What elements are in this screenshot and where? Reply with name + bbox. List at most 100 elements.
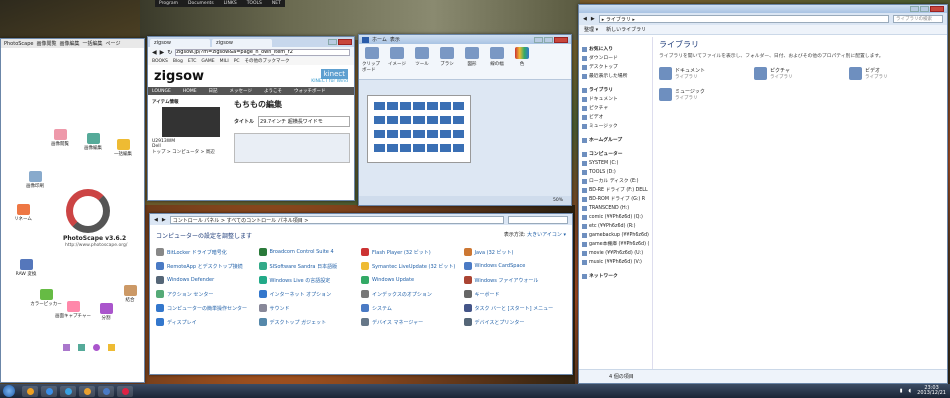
- nav-item[interactable]: お気に入り: [582, 45, 649, 54]
- start-button[interactable]: [3, 385, 15, 397]
- back-icon[interactable]: ◀: [154, 217, 158, 223]
- minimize-icon[interactable]: [534, 36, 543, 43]
- taskbar-app-button[interactable]: [60, 385, 76, 397]
- cp-item[interactable]: Broadcom Control Suite 4: [258, 248, 362, 256]
- cp-item[interactable]: SISoftware Sandra 日本語版: [258, 262, 362, 270]
- zoom-level[interactable]: 50%: [553, 198, 563, 203]
- bookmark-item[interactable]: BOOKS: [152, 59, 168, 64]
- cp-item[interactable]: Java (32 ビット): [463, 248, 567, 256]
- taskbar-app-button[interactable]: [22, 385, 38, 397]
- site-nav-item[interactable]: LOUNGE: [152, 89, 171, 94]
- nav-item[interactable]: game本棚庫 (¥¥Ph6z6d) (T): [582, 240, 649, 249]
- library-documents[interactable]: ドキュメント ライブラリ: [659, 67, 754, 80]
- raw-tool[interactable]: RAW 変換: [9, 259, 43, 277]
- cp-item[interactable]: デバイス マネージャー: [361, 318, 464, 326]
- item-category[interactable]: トップ > コンピュータ > 周辺: [152, 149, 230, 155]
- help-icon[interactable]: [93, 344, 100, 351]
- nav-item[interactable]: 最近表示した場所: [582, 72, 649, 81]
- nav-item[interactable]: movie (¥¥Ph6z6d) (U:): [582, 249, 649, 258]
- back-icon[interactable]: ◀: [152, 49, 157, 56]
- close-icon[interactable]: [554, 36, 568, 43]
- forward-icon[interactable]: ▶: [591, 16, 595, 22]
- taskbar-app-button[interactable]: [41, 385, 57, 397]
- ad-banner[interactable]: kinect: [320, 68, 348, 79]
- nav-item[interactable]: デスクトップ: [582, 63, 649, 72]
- cp-item[interactable]: Windows Live の言語設定: [258, 276, 362, 284]
- organize-button[interactable]: 整理 ▾: [584, 26, 598, 33]
- cp-item[interactable]: コンピューターの簡単操作センター: [156, 304, 259, 312]
- photoscape-tab[interactable]: 画像閲覧: [37, 40, 57, 47]
- clipboard-group[interactable]: クリップボード: [362, 47, 382, 76]
- browser-tab[interactable]: zigsow: [150, 39, 210, 47]
- photoscape-titlebar[interactable]: PhotoScape 画像閲覧 画像編集 一括編集 ページ: [1, 39, 144, 48]
- back-icon[interactable]: ◀: [583, 16, 587, 22]
- launcher-item[interactable]: TOOLS: [247, 0, 262, 7]
- combine-tool[interactable]: 結合: [113, 285, 144, 303]
- shapes-group[interactable]: 図形: [462, 47, 482, 76]
- explorer-breadcrumb[interactable]: ▸ ライブラリ ▸: [598, 15, 889, 23]
- cp-item[interactable]: BitLocker ドライブ暗号化: [156, 248, 259, 256]
- taskbar-app-button[interactable]: [79, 385, 95, 397]
- slide-tool[interactable]: リネーム: [6, 204, 40, 222]
- cp-item[interactable]: ディスプレイ: [156, 318, 259, 326]
- nav-item[interactable]: ダウンロード: [582, 54, 649, 63]
- paint-canvas[interactable]: [367, 95, 471, 163]
- nav-item[interactable]: ピクチャ: [582, 104, 649, 113]
- nav-item[interactable]: TRANSCEND (H:): [582, 204, 649, 213]
- editor-tool[interactable]: 画像編集: [76, 133, 110, 151]
- nav-item[interactable]: etc (¥¥Ph6z6d) (R:): [582, 222, 649, 231]
- bookmark-item[interactable]: ETC: [188, 59, 196, 64]
- editor-area[interactable]: [234, 133, 350, 163]
- site-nav-item[interactable]: ようこそ: [264, 88, 282, 94]
- tool-icon[interactable]: [78, 344, 85, 351]
- minimize-icon[interactable]: [910, 6, 919, 12]
- maximize-icon[interactable]: [544, 36, 553, 43]
- cp-item[interactable]: Symantec LiveUpdate (32 ビット): [361, 262, 464, 270]
- library-videos[interactable]: ビデオ ライブラリ: [849, 67, 944, 80]
- maximize-icon[interactable]: [920, 6, 929, 12]
- nav-item[interactable]: TOOLS (D:): [582, 168, 649, 177]
- nav-item[interactable]: ローカル ディスク (E:): [582, 177, 649, 186]
- paint-tab-view[interactable]: 表示: [390, 36, 400, 43]
- nav-item[interactable]: ホームグループ: [582, 136, 649, 145]
- cp-item[interactable]: Windows Update: [361, 276, 464, 284]
- cp-item[interactable]: アクション センター: [156, 290, 259, 298]
- view-selector[interactable]: 大きいアイコン ▾: [527, 232, 566, 238]
- nav-item[interactable]: comic (¥¥Ph6z6d) (Q:): [582, 213, 649, 222]
- new-library-button[interactable]: 新しいライブラリ: [606, 26, 646, 33]
- cp-item[interactable]: システム: [361, 304, 464, 312]
- cp-item[interactable]: タスク バーと [スタート] メニュー: [463, 304, 567, 312]
- nav-item[interactable]: BD-ROM ドライブ (G:) R: [582, 195, 649, 204]
- photoscape-tab[interactable]: 一括編集: [83, 40, 103, 47]
- nav-item[interactable]: music (¥¥Ph6z6d) (V:): [582, 258, 649, 267]
- cp-breadcrumb[interactable]: コントロール パネル > すべてのコントロール パネル項目 >: [169, 215, 504, 224]
- cp-item[interactable]: Windows Defender: [156, 276, 259, 284]
- paint-titlebar[interactable]: ホーム 表示: [359, 35, 571, 44]
- cp-search-input[interactable]: [508, 215, 568, 224]
- library-pictures[interactable]: ピクチャ ライブラリ: [754, 67, 849, 80]
- taskbar-app-button[interactable]: [98, 385, 114, 397]
- cp-item[interactable]: デバイスとプリンター: [463, 318, 567, 326]
- cp-item[interactable]: サウンド: [258, 304, 362, 312]
- address-bar[interactable]: [175, 48, 350, 56]
- clock[interactable]: 23:03 2013/12/21: [917, 386, 946, 396]
- site-nav-item[interactable]: 日記: [209, 88, 218, 94]
- nav-item[interactable]: ドキュメント: [582, 95, 649, 104]
- viewer-tool[interactable]: 画像閲覧: [43, 129, 77, 147]
- title-input[interactable]: 29.7インチ 超横長ワイドモ: [258, 116, 350, 127]
- launcher-item[interactable]: Documents: [188, 0, 214, 7]
- bookmark-item[interactable]: GAME: [201, 59, 214, 64]
- nav-item[interactable]: コンピューター: [582, 150, 649, 159]
- bookmark-item[interactable]: Blog: [173, 59, 183, 64]
- volume-icon[interactable]: ◖: [909, 388, 912, 394]
- cp-item[interactable]: Windows ファイアウォール: [463, 276, 567, 284]
- nav-item[interactable]: ビデオ: [582, 113, 649, 122]
- nav-item[interactable]: ミュージック: [582, 122, 649, 131]
- nav-item[interactable]: gamebackup (¥¥Ph6z6d) (S): [582, 231, 649, 240]
- image-group[interactable]: イメージ: [387, 47, 407, 76]
- explorer-search-input[interactable]: ライブラリの検索: [893, 15, 943, 23]
- cp-item[interactable]: Windows CardSpace: [463, 262, 567, 270]
- close-icon[interactable]: [930, 6, 944, 12]
- site-logo[interactable]: zigsow: [154, 69, 204, 84]
- launcher-item[interactable]: NET: [272, 0, 281, 7]
